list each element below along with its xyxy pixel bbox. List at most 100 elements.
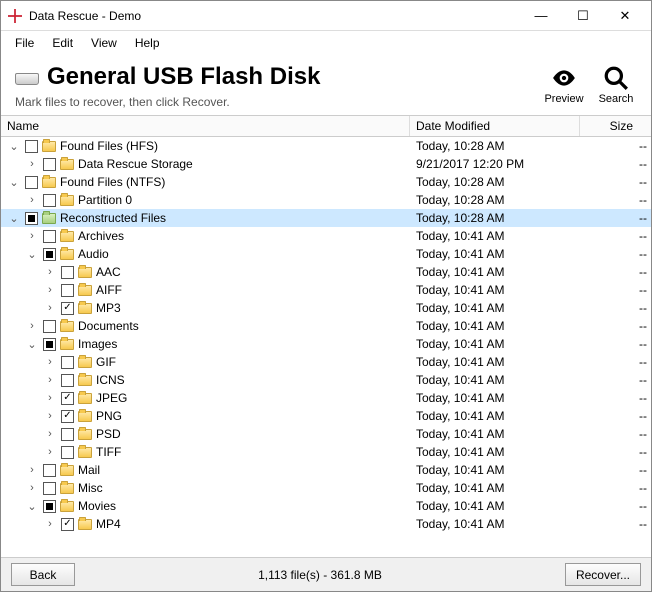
tree-row[interactable]: ›MailToday, 10:41 AM-- bbox=[1, 461, 651, 479]
row-size: -- bbox=[580, 517, 651, 531]
tree-row[interactable]: ⌄Found Files (NTFS)Today, 10:28 AM-- bbox=[1, 173, 651, 191]
row-date: Today, 10:41 AM bbox=[410, 355, 580, 369]
checkbox[interactable] bbox=[61, 428, 74, 441]
row-size: -- bbox=[580, 481, 651, 495]
tree-row[interactable]: ⌄MoviesToday, 10:41 AM-- bbox=[1, 497, 651, 515]
tree-row[interactable]: ›TIFFToday, 10:41 AM-- bbox=[1, 443, 651, 461]
checkbox[interactable] bbox=[43, 338, 56, 351]
checkbox[interactable] bbox=[61, 284, 74, 297]
checkbox[interactable] bbox=[25, 176, 38, 189]
chevron-right-icon[interactable]: › bbox=[43, 428, 57, 440]
tree-row[interactable]: ›GIFToday, 10:41 AM-- bbox=[1, 353, 651, 371]
checkbox[interactable] bbox=[43, 482, 56, 495]
tree-row[interactable]: ›AIFFToday, 10:41 AM-- bbox=[1, 281, 651, 299]
maximize-button[interactable]: ☐ bbox=[563, 2, 603, 30]
tree-row[interactable]: ›MP4Today, 10:41 AM-- bbox=[1, 515, 651, 533]
folder-icon bbox=[78, 375, 92, 386]
menu-help[interactable]: Help bbox=[127, 34, 168, 52]
chevron-down-icon[interactable]: ⌄ bbox=[25, 500, 39, 513]
tree-row[interactable]: ›PSDToday, 10:41 AM-- bbox=[1, 425, 651, 443]
chevron-right-icon[interactable]: › bbox=[43, 410, 57, 422]
row-label: Data Rescue Storage bbox=[78, 157, 193, 171]
checkbox[interactable] bbox=[43, 194, 56, 207]
search-icon bbox=[603, 65, 629, 91]
chevron-right-icon[interactable]: › bbox=[43, 284, 57, 296]
close-button[interactable]: ✕ bbox=[605, 2, 645, 30]
tree-row[interactable]: ›ICNSToday, 10:41 AM-- bbox=[1, 371, 651, 389]
chevron-down-icon[interactable]: ⌄ bbox=[7, 212, 21, 225]
tree-row[interactable]: ›DocumentsToday, 10:41 AM-- bbox=[1, 317, 651, 335]
row-label: ICNS bbox=[96, 373, 125, 387]
checkbox[interactable] bbox=[61, 302, 74, 315]
row-size: -- bbox=[580, 373, 651, 387]
folder-icon bbox=[78, 303, 92, 314]
column-date[interactable]: Date Modified bbox=[410, 116, 580, 136]
checkbox[interactable] bbox=[43, 248, 56, 261]
titlebar[interactable]: Data Rescue - Demo — ☐ ✕ bbox=[1, 1, 651, 31]
checkbox[interactable] bbox=[43, 500, 56, 513]
checkbox[interactable] bbox=[61, 392, 74, 405]
tree-row[interactable]: ›MiscToday, 10:41 AM-- bbox=[1, 479, 651, 497]
chevron-right-icon[interactable]: › bbox=[43, 446, 57, 458]
status-text: 1,113 file(s) - 361.8 MB bbox=[75, 568, 565, 582]
chevron-right-icon[interactable]: › bbox=[43, 374, 57, 386]
tree-row[interactable]: ›JPEGToday, 10:41 AM-- bbox=[1, 389, 651, 407]
column-name[interactable]: Name bbox=[1, 116, 410, 136]
tree-row[interactable]: ›MP3Today, 10:41 AM-- bbox=[1, 299, 651, 317]
chevron-right-icon[interactable]: › bbox=[25, 230, 39, 242]
folder-icon bbox=[78, 519, 92, 530]
chevron-right-icon[interactable]: › bbox=[43, 302, 57, 314]
checkbox[interactable] bbox=[61, 356, 74, 369]
preview-label: Preview bbox=[544, 93, 583, 105]
checkbox[interactable] bbox=[61, 446, 74, 459]
checkbox[interactable] bbox=[25, 140, 38, 153]
chevron-right-icon[interactable]: › bbox=[43, 392, 57, 404]
folder-icon bbox=[42, 141, 56, 152]
menu-view[interactable]: View bbox=[83, 34, 125, 52]
tree-row[interactable]: ›Partition 0Today, 10:28 AM-- bbox=[1, 191, 651, 209]
chevron-right-icon[interactable]: › bbox=[43, 356, 57, 368]
menu-file[interactable]: File bbox=[7, 34, 42, 52]
chevron-right-icon[interactable]: › bbox=[25, 194, 39, 206]
checkbox[interactable] bbox=[43, 158, 56, 171]
row-size: -- bbox=[580, 247, 651, 261]
tree-row[interactable]: ⌄Found Files (HFS)Today, 10:28 AM-- bbox=[1, 137, 651, 155]
file-tree[interactable]: ⌄Found Files (HFS)Today, 10:28 AM-- › Data… bbox=[1, 137, 651, 557]
checkbox[interactable] bbox=[61, 410, 74, 423]
search-button[interactable]: Search bbox=[595, 65, 637, 105]
folder-icon bbox=[60, 321, 74, 332]
preview-button[interactable]: Preview bbox=[543, 65, 585, 105]
checkbox[interactable] bbox=[61, 266, 74, 279]
row-size: -- bbox=[580, 193, 651, 207]
checkbox[interactable] bbox=[43, 464, 56, 477]
tree-row[interactable]: ›PNGToday, 10:41 AM-- bbox=[1, 407, 651, 425]
checkbox[interactable] bbox=[25, 212, 38, 225]
chevron-right-icon[interactable]: › bbox=[25, 320, 39, 332]
page-title: General USB Flash Disk bbox=[47, 63, 320, 91]
chevron-down-icon[interactable]: ⌄ bbox=[7, 140, 21, 153]
checkbox[interactable] bbox=[61, 518, 74, 531]
tree-row[interactable]: ›Data Rescue Storage9/21/2017 12:20 PM-- bbox=[1, 155, 651, 173]
row-label: MP3 bbox=[96, 301, 121, 315]
back-button[interactable]: Back bbox=[11, 563, 75, 586]
tree-row[interactable]: ›ArchivesToday, 10:41 AM-- bbox=[1, 227, 651, 245]
minimize-button[interactable]: — bbox=[521, 2, 561, 30]
checkbox[interactable] bbox=[43, 320, 56, 333]
chevron-right-icon[interactable]: › bbox=[25, 158, 39, 170]
checkbox[interactable] bbox=[61, 374, 74, 387]
chevron-down-icon[interactable]: ⌄ bbox=[25, 338, 39, 351]
tree-row[interactable]: ⌄Reconstructed FilesToday, 10:28 AM-- bbox=[1, 209, 651, 227]
chevron-down-icon[interactable]: ⌄ bbox=[7, 176, 21, 189]
chevron-right-icon[interactable]: › bbox=[43, 266, 57, 278]
tree-row[interactable]: ›AACToday, 10:41 AM-- bbox=[1, 263, 651, 281]
column-size[interactable]: Size bbox=[580, 116, 651, 136]
recover-button[interactable]: Recover... bbox=[565, 563, 641, 586]
checkbox[interactable] bbox=[43, 230, 56, 243]
chevron-right-icon[interactable]: › bbox=[43, 518, 57, 530]
menu-edit[interactable]: Edit bbox=[44, 34, 81, 52]
tree-row[interactable]: ⌄ImagesToday, 10:41 AM-- bbox=[1, 335, 651, 353]
chevron-right-icon[interactable]: › bbox=[25, 482, 39, 494]
chevron-down-icon[interactable]: ⌄ bbox=[25, 248, 39, 261]
chevron-right-icon[interactable]: › bbox=[25, 464, 39, 476]
tree-row[interactable]: ⌄AudioToday, 10:41 AM-- bbox=[1, 245, 651, 263]
